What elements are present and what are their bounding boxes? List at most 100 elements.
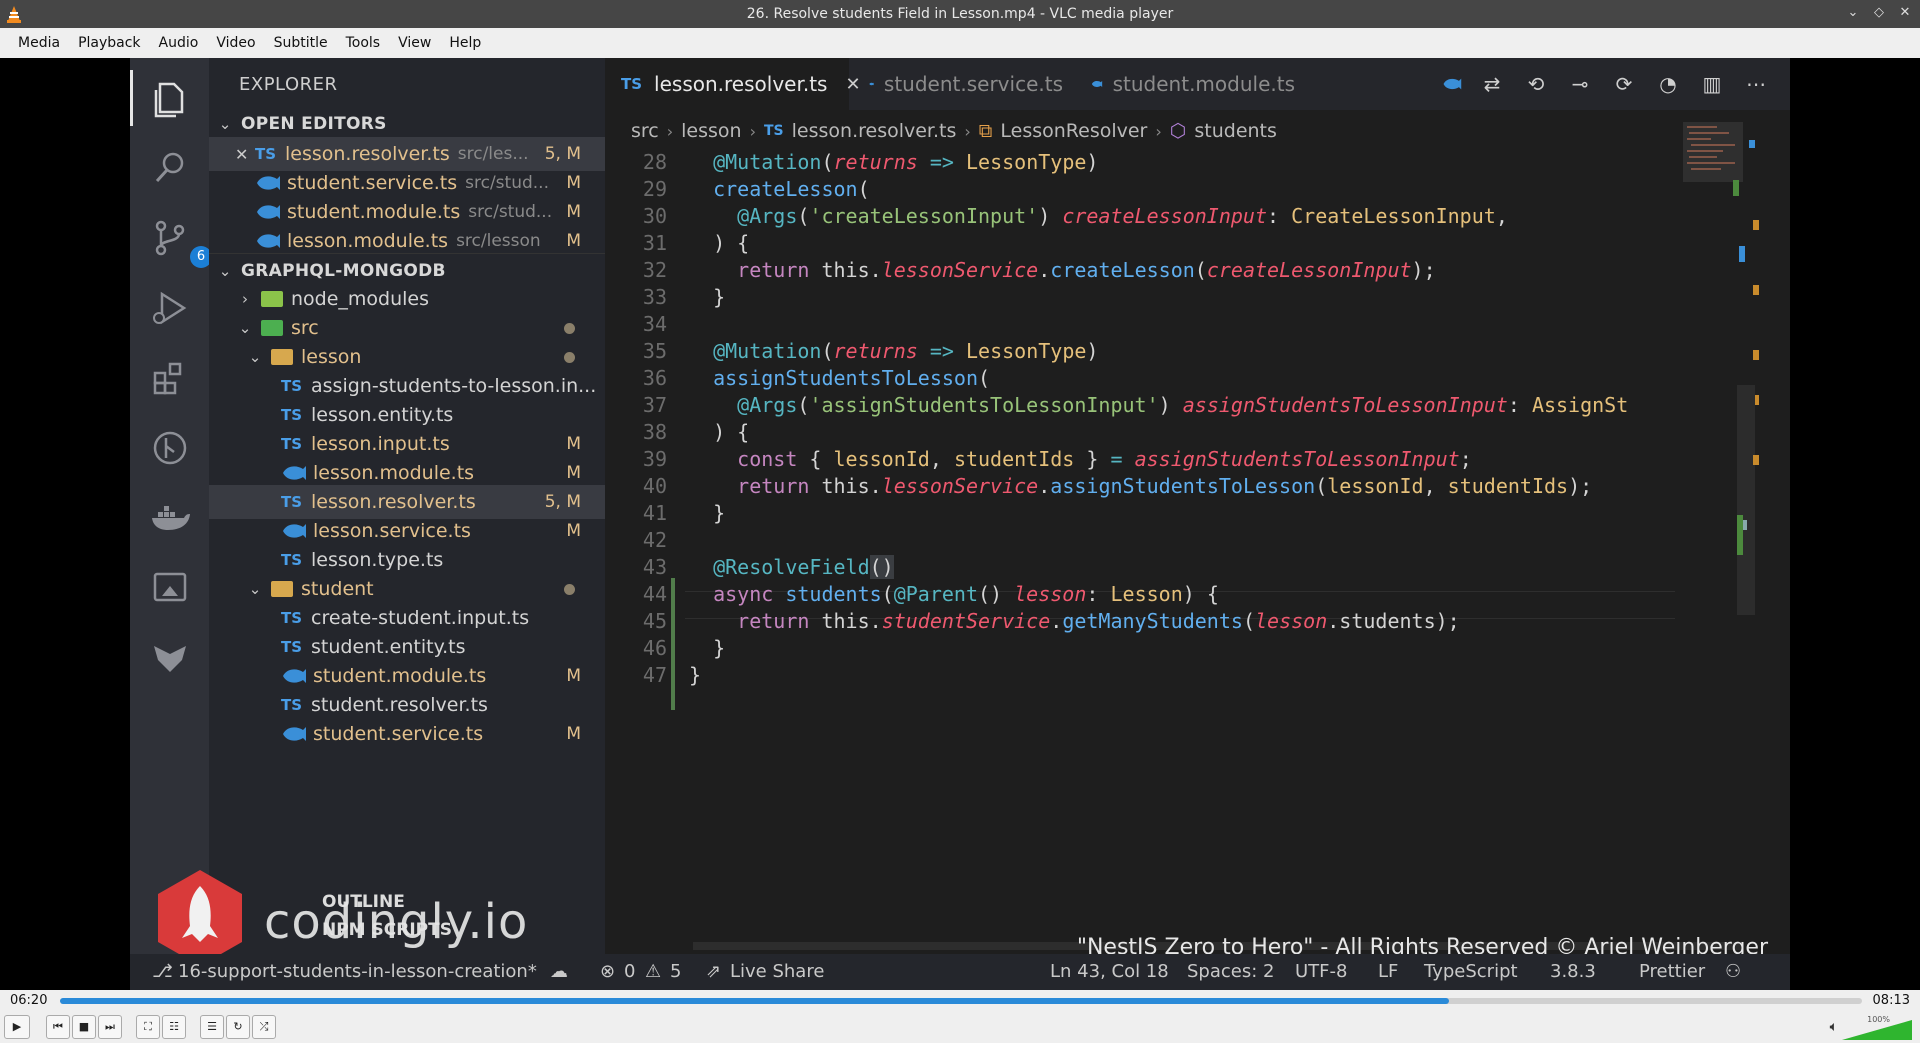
line-number: 35	[642, 339, 667, 363]
volume-slider[interactable]	[1842, 1020, 1912, 1040]
play-button[interactable]: ▶	[4, 1015, 30, 1039]
tab-student-service[interactable]: student.service.ts	[853, 58, 1063, 110]
cursor-position[interactable]: Ln 43, Col 18	[1050, 961, 1169, 982]
menu-audio[interactable]: Audio	[151, 31, 207, 55]
chevron-down-icon: ⌄	[248, 580, 262, 598]
ts-file-icon: TS	[281, 551, 303, 569]
language-mode[interactable]: TypeScript	[1424, 961, 1518, 982]
nest-icon	[148, 636, 192, 680]
encoding[interactable]: UTF-8	[1295, 961, 1347, 982]
minimap[interactable]	[1683, 120, 1775, 820]
line-number: 40	[642, 474, 667, 498]
tab-lesson-resolver[interactable]: TS lesson.resolver.ts ✕	[605, 58, 861, 110]
property-icon: ⬡	[1169, 120, 1187, 142]
git-branch[interactable]: 16-support-students-in-lesson-creation*	[178, 961, 537, 982]
window-title: 26. Resolve students Field in Lesson.mp4…	[746, 6, 1174, 22]
account-icon[interactable]: ⚇	[1725, 961, 1741, 982]
extended-settings-button[interactable]: ☷	[162, 1015, 186, 1039]
menu-subtitle[interactable]: Subtitle	[266, 31, 336, 55]
next-button[interactable]: ⏭	[98, 1015, 122, 1039]
live-share-icon: ⇗	[706, 961, 722, 982]
playlist-button[interactable]: ☰	[200, 1015, 224, 1039]
elapsed-time: 06:20	[10, 993, 48, 1008]
seek-slider[interactable]	[60, 998, 1862, 1004]
explorer-sidebar: EXPLORER ⌄ OPEN EDITORS ✕ TS lesson.reso…	[209, 58, 605, 990]
brand-wordmark: codingly.io	[264, 894, 529, 950]
vlc-titlebar: 26. Resolve students Field in Lesson.mp4…	[0, 0, 1920, 28]
gutter-change-marker	[671, 578, 675, 710]
sync-icon[interactable]: ☁	[550, 961, 568, 982]
extensions-icon	[148, 356, 192, 400]
code-line: @Mutation(returns => LessonType)	[713, 339, 1099, 363]
video-area[interactable]: 6 EXPLORER ⌄ OPEN EDITORS ✕ TS lesson.re…	[0, 58, 1920, 990]
nest-file-icon	[257, 205, 280, 219]
close-icon[interactable]: ✕	[1896, 4, 1914, 22]
chevron-down-icon: ⌄	[238, 319, 252, 337]
line-number: 30	[642, 204, 667, 228]
ts-file-icon: TS	[621, 75, 643, 93]
line-number: 38	[642, 420, 667, 444]
run-debug-icon	[148, 286, 192, 330]
timeline-icon[interactable]: ◔	[1654, 70, 1682, 98]
previous-change-icon[interactable]: ⟲	[1522, 70, 1550, 98]
commit-icon[interactable]: ⊸	[1566, 70, 1594, 98]
previous-button[interactable]: ⏮	[46, 1015, 70, 1039]
breadcrumb-item[interactable]: LessonResolver	[1000, 120, 1147, 142]
minimize-icon[interactable]: ⌄	[1844, 4, 1862, 22]
ts-file-icon: TS	[764, 123, 784, 139]
fullscreen-button[interactable]: ⛶	[136, 1015, 160, 1039]
menu-playback[interactable]: Playback	[70, 31, 148, 55]
open-editors-header[interactable]: ⌄ OPEN EDITORS	[209, 107, 605, 141]
chevron-down-icon: ⌄	[218, 261, 232, 280]
stop-button[interactable]: ■	[72, 1015, 96, 1039]
error-count[interactable]: 0	[624, 961, 635, 982]
ts-version[interactable]: 3.8.3	[1550, 961, 1596, 982]
close-icon[interactable]: ✕	[235, 145, 255, 164]
tree-file[interactable]: student.service.ts M	[209, 717, 605, 751]
seek-progress	[60, 998, 1449, 1004]
warning-count[interactable]: 5	[670, 961, 681, 982]
branch-icon: ⎇	[152, 961, 173, 982]
modified-dot	[564, 351, 575, 363]
code-editor[interactable]: 28 29 30 31 32 33 34 35 36 37 38 39 40 4…	[605, 150, 1680, 950]
breadcrumb-item[interactable]: lesson.resolver.ts	[792, 120, 957, 142]
maximize-icon[interactable]: ◇	[1870, 4, 1888, 22]
open-changes-icon[interactable]: ⇄	[1478, 70, 1506, 98]
indentation[interactable]: Spaces: 2	[1187, 961, 1274, 982]
nest-icon[interactable]	[1442, 74, 1462, 94]
code-line: createLesson(	[713, 177, 870, 201]
tab-student-module[interactable]: student.module.ts	[1075, 58, 1295, 110]
split-editor-icon[interactable]: ▥	[1698, 70, 1726, 98]
code-line: @Args('createLessonInput') createLessonI…	[737, 204, 1508, 228]
next-change-icon[interactable]: ⟳	[1610, 70, 1638, 98]
folder-icon	[261, 291, 283, 307]
line-number: 37	[642, 393, 667, 417]
prettier-status[interactable]: Prettier	[1639, 961, 1705, 982]
line-number: 34	[642, 312, 667, 336]
breadcrumb-item[interactable]: students	[1194, 120, 1277, 142]
more-actions-icon[interactable]: ⋯	[1742, 70, 1770, 98]
folder-icon	[271, 349, 293, 365]
line-number: 29	[642, 177, 667, 201]
speaker-icon[interactable]: 🔈︎	[1830, 1019, 1838, 1035]
nest-file-icon	[283, 669, 306, 683]
menu-video[interactable]: Video	[208, 31, 263, 55]
ts-file-icon: TS	[281, 493, 303, 511]
breadcrumb-item[interactable]: src	[631, 120, 659, 142]
class-icon: ⧉	[978, 120, 993, 142]
menu-tools[interactable]: Tools	[338, 31, 389, 55]
code-line: assignStudentsToLesson(	[713, 366, 991, 390]
shuffle-button[interactable]: ⤮	[252, 1015, 276, 1039]
files-icon	[130, 70, 192, 126]
nest-file-icon	[283, 466, 306, 480]
end-of-line[interactable]: LF	[1378, 961, 1398, 982]
code-line: @Args('assignStudentsToLessonInput') ass…	[737, 393, 1629, 417]
breadcrumb-item[interactable]: lesson	[681, 120, 741, 142]
menu-help[interactable]: Help	[441, 31, 489, 55]
live-share[interactable]: Live Share	[730, 961, 824, 982]
line-number: 43	[642, 555, 667, 579]
error-icon: ⊗	[600, 961, 616, 982]
menu-media[interactable]: Media	[10, 31, 68, 55]
menu-view[interactable]: View	[390, 31, 439, 55]
loop-button[interactable]: ↻	[226, 1015, 250, 1039]
